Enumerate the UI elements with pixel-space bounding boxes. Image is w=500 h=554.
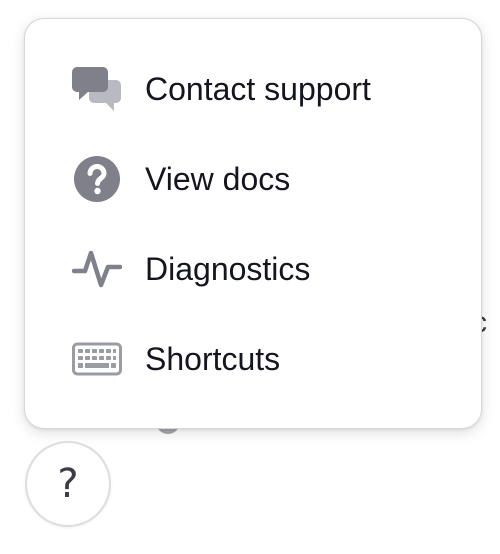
menu-item-view-docs[interactable]: View docs [25, 134, 481, 224]
help-menu: Contact support View docs Diagnostics Sh… [24, 18, 482, 429]
menu-item-shortcuts[interactable]: Shortcuts [25, 314, 481, 404]
menu-item-label: Shortcuts [145, 341, 281, 377]
question-mark-icon: ? [57, 461, 79, 507]
help-button[interactable]: ? [25, 441, 111, 527]
question-circle-icon [71, 153, 123, 205]
menu-item-label: View docs [145, 161, 291, 197]
menu-item-label: Diagnostics [145, 251, 311, 287]
menu-item-diagnostics[interactable]: Diagnostics [25, 224, 481, 314]
activity-pulse-icon [71, 243, 123, 295]
chat-bubbles-icon [71, 63, 123, 115]
menu-item-label: Contact support [145, 71, 371, 107]
keyboard-icon [71, 333, 123, 385]
menu-item-contact-support[interactable]: Contact support [25, 44, 481, 134]
